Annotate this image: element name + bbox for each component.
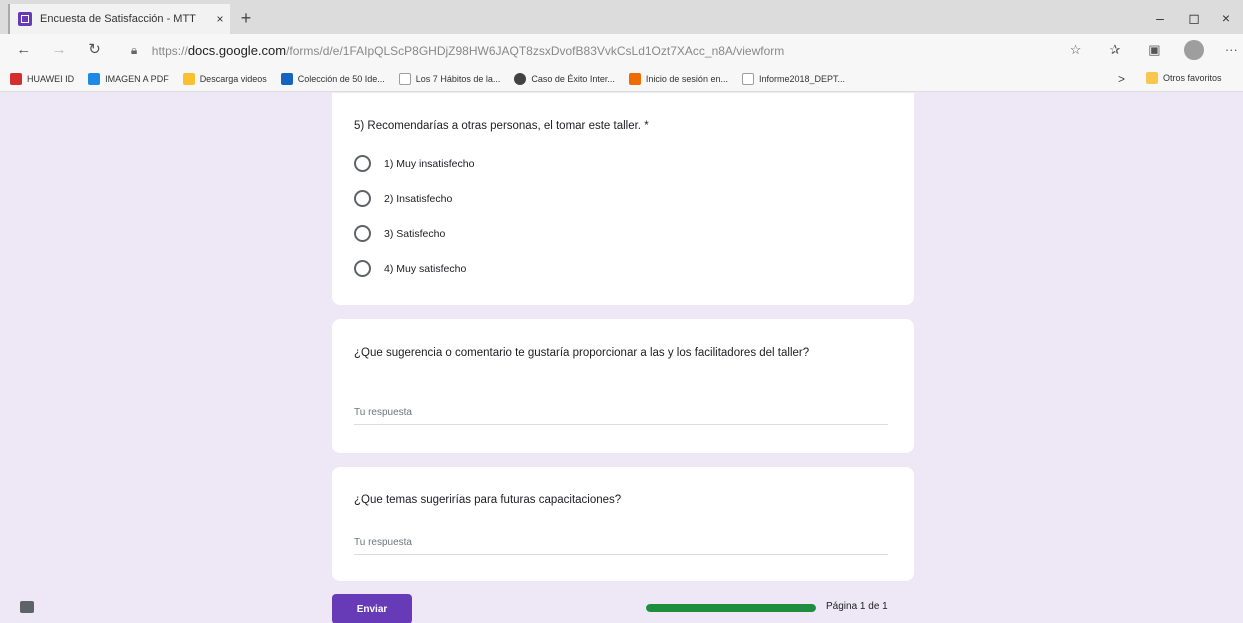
url-domain: docs.google.com	[187, 42, 287, 58]
address-bar: ← → ↻ 🔒︎ https://docs.google.com/forms/d…	[0, 34, 1243, 66]
question-card-suggestions: ¿Que sugerencia o comentario te gustaría…	[332, 319, 914, 453]
form-content[interactable]: 5) Recomendarías a otras personas, el to…	[0, 93, 1243, 623]
favorite-item[interactable]: Caso de Éxito Inter...	[514, 72, 615, 85]
other-favorites[interactable]: Otros favoritos	[1146, 72, 1222, 84]
login-icon	[628, 72, 641, 85]
forward-icon[interactable]: →	[47, 38, 70, 62]
more-icon[interactable]: ···	[1220, 38, 1243, 62]
huawei-icon	[10, 72, 22, 85]
image-pdf-icon	[88, 72, 101, 85]
star-icon[interactable]: ☆	[1064, 38, 1087, 62]
favorites-bar: HUAWEI ID IMAGEN A PDF Descarga videos C…	[0, 66, 1243, 92]
favorite-item[interactable]: Los 7 Hábitos de la...	[398, 72, 500, 85]
favorites-icon[interactable]: ✰	[1103, 38, 1126, 62]
radio-option[interactable]: 3) Satisfecho	[354, 225, 474, 242]
chevron-right-icon[interactable]: >	[1118, 72, 1125, 86]
google-forms-icon	[18, 12, 32, 26]
tab-title: Encuesta de Satisfacción - MTT	[40, 13, 196, 25]
radio-group: 1) Muy insatisfecho 2) Insatisfecho 3) S…	[354, 155, 474, 295]
radio-option[interactable]: 2) Insatisfecho	[354, 190, 474, 207]
minimize-icon[interactable]: –	[1148, 8, 1172, 28]
page-icon	[741, 72, 754, 85]
new-tab-icon[interactable]: +	[236, 8, 256, 28]
radio-button[interactable]	[354, 190, 371, 207]
submit-button[interactable]: Enviar	[332, 594, 412, 623]
short-answer-input[interactable]: Tu respuesta	[354, 537, 888, 555]
favorite-item[interactable]: HUAWEI ID	[10, 72, 74, 85]
question-card-recommend: 5) Recomendarías a otras personas, el to…	[332, 93, 914, 305]
page-indicator: Página 1 de 1	[826, 601, 888, 612]
lock-icon[interactable]: 🔒︎	[124, 43, 144, 58]
question-card-topics: ¿Que temas sugerirías para futuras capac…	[332, 467, 914, 581]
close-window-icon[interactable]: ×	[1214, 8, 1238, 28]
profile-avatar-icon[interactable]	[1184, 40, 1204, 60]
question-title: ¿Que temas sugerirías para futuras capac…	[354, 494, 622, 506]
maximize-icon[interactable]: ◻	[1182, 8, 1206, 28]
tab-close-icon[interactable]: ×	[210, 12, 230, 26]
browser-title-bar: Encuesta de Satisfacción - MTT × + – ◻ ×	[0, 0, 1243, 34]
url-path: /forms/d/e/1FAIpQLScP8GHDjZ98HW6JAQT8zsx…	[286, 43, 785, 58]
radio-button[interactable]	[354, 260, 371, 277]
globe-icon	[514, 72, 527, 85]
progress-bar	[646, 604, 816, 612]
collections-icon[interactable]: ▣	[1143, 38, 1166, 62]
question-title: 5) Recomendarías a otras personas, el to…	[354, 120, 649, 132]
radio-option[interactable]: 1) Muy insatisfecho	[354, 155, 474, 172]
refresh-icon[interactable]: ↻	[83, 38, 106, 62]
favorite-item[interactable]: Inicio de sesión en...	[628, 72, 728, 85]
favorite-item[interactable]: Colección de 50 Ide...	[280, 72, 385, 85]
radio-button[interactable]	[354, 225, 371, 242]
question-title: ¿Que sugerencia o comentario te gustaría…	[354, 347, 810, 359]
url-prefix: https://	[151, 43, 188, 58]
favorite-item[interactable]: Informe2018_DEPT...	[741, 72, 845, 85]
grid-icon	[280, 72, 293, 85]
radio-option[interactable]: 4) Muy satisfecho	[354, 260, 474, 277]
favorite-item[interactable]: Descarga videos	[182, 72, 267, 85]
favorite-item[interactable]: IMAGEN A PDF	[88, 72, 169, 85]
page-icon	[398, 72, 411, 85]
url-field[interactable]: https://docs.google.com/forms/d/e/1FAIpQ…	[152, 43, 952, 58]
progress-fill	[646, 604, 816, 612]
download-icon	[182, 72, 195, 85]
browser-tab[interactable]: Encuesta de Satisfacción - MTT ×	[8, 4, 230, 34]
feedback-icon[interactable]	[20, 601, 34, 613]
short-answer-input[interactable]: Tu respuesta	[354, 407, 888, 425]
folder-icon	[1146, 72, 1158, 84]
back-icon[interactable]: ←	[12, 38, 35, 62]
radio-button[interactable]	[354, 155, 371, 172]
